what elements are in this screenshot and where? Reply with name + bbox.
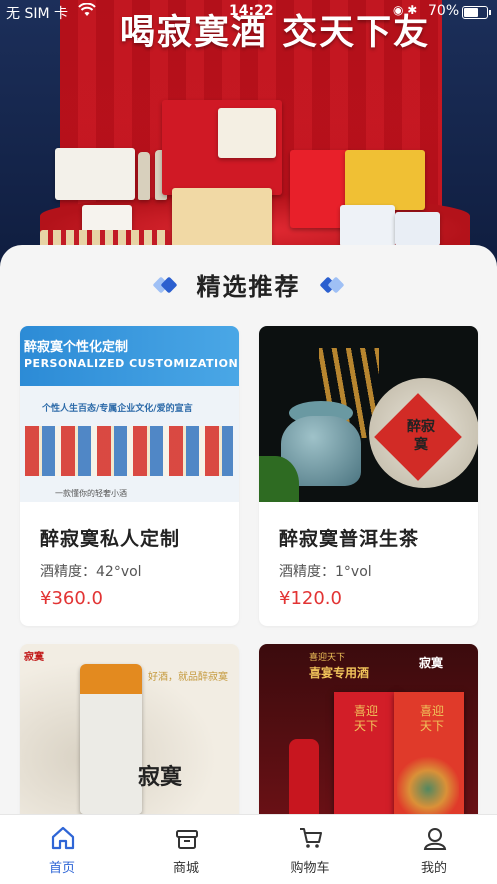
tea-label-text: 醉寂寞 — [407, 419, 435, 453]
home-icon — [50, 825, 76, 851]
product-price: ¥120.0 — [279, 588, 342, 609]
banner-product-box — [218, 108, 276, 158]
wifi-icon — [78, 2, 96, 20]
tab-profile-label: 我的 — [420, 861, 447, 876]
image-bottle — [80, 664, 142, 814]
product-image[interactable]: 醉寂寞 — [259, 326, 478, 502]
banner-product-box — [172, 188, 272, 248]
product-image[interactable]: 醉寂寞个性化定制 PERSONALIZED CUSTOMIZATION 个性人生… — [20, 326, 239, 502]
battery-icon — [462, 6, 491, 19]
clock: 14:22 — [229, 3, 274, 19]
banner-product-bag — [340, 205, 395, 247]
product-name: 醉寂寞私人定制 — [40, 528, 181, 550]
image-bottle-row — [25, 426, 233, 476]
image-logo: 寂寞 — [419, 656, 444, 670]
product-card[interactable]: 寂寞 好酒，就品醉寂寞 寂寞 — [20, 644, 239, 815]
image-tagline: 个性人生百态/专属企业文化/爱的宣言 — [42, 404, 193, 414]
tab-home[interactable]: 首页 — [0, 815, 124, 884]
image-box-text: 喜迎天下 — [419, 704, 444, 733]
product-card[interactable]: 喜迎天下 喜宴专用酒 寂寞 喜迎天下 喜迎天下 — [259, 644, 478, 815]
section-title: 精选推荐 — [196, 273, 301, 301]
image-dragon — [397, 754, 459, 815]
image-mark: 寂寞 — [138, 765, 183, 790]
product-image[interactable]: 寂寞 好酒，就品醉寂寞 寂寞 — [20, 644, 239, 815]
bottom-tab-bar: 首页 商城 购物车 我的 — [0, 814, 497, 884]
carrier-label: 无 SIM 卡 — [6, 6, 68, 22]
image-title: 醉寂寞个性化定制 — [24, 340, 129, 355]
tab-shop[interactable]: 商城 — [124, 815, 248, 884]
tab-cart[interactable]: 购物车 — [248, 815, 372, 884]
status-bar: 无 SIM 卡 14:22 ◉ ✱ 70% — [0, 0, 497, 26]
user-icon — [422, 825, 448, 851]
image-subtitle: PERSONALIZED CUSTOMIZATION — [24, 357, 239, 370]
banner-product-box — [345, 150, 425, 210]
cart-icon — [298, 825, 324, 851]
image-banner — [20, 326, 239, 386]
tab-profile[interactable]: 我的 — [372, 815, 496, 884]
banner-product-box — [55, 148, 135, 200]
shop-icon — [174, 825, 200, 851]
product-abv: 酒精度：1°vol — [279, 564, 372, 580]
image-footer: 一款懂你的轻奢小酒 — [55, 489, 127, 498]
product-card[interactable]: 醉寂寞个性化定制 PERSONALIZED CUSTOMIZATION 个性人生… — [20, 326, 239, 626]
image-box-text: 喜迎天下 — [353, 704, 378, 733]
product-name: 醉寂寞普洱生茶 — [279, 528, 420, 550]
image-slogan: 好酒，就品醉寂寞 — [148, 672, 228, 683]
title-decoration-right-icon — [319, 276, 345, 294]
recommend-panel: 精选推荐 醉寂寞个性化定制 PERSONALIZED CUSTOMIZATION… — [0, 245, 497, 815]
image-header-small: 喜迎天下 — [309, 653, 346, 663]
tab-home-label: 首页 — [48, 861, 75, 876]
image-header: 喜宴专用酒 — [309, 666, 370, 680]
tab-cart-label: 购物车 — [290, 861, 330, 876]
product-price: ¥360.0 — [40, 588, 103, 609]
image-logo: 寂寞 — [24, 652, 44, 663]
product-card[interactable]: 醉寂寞 醉寂寞普洱生茶 酒精度：1°vol ¥120.0 — [259, 326, 478, 626]
banner-product-bag — [395, 212, 440, 246]
image-bottle — [289, 739, 319, 815]
bluetooth-icon: ◉ ✱ — [393, 3, 418, 17]
product-abv: 酒精度：42°vol — [40, 564, 142, 580]
banner-product-bottle — [138, 152, 150, 200]
product-image[interactable]: 喜迎天下 喜宴专用酒 寂寞 喜迎天下 喜迎天下 — [259, 644, 478, 815]
hero-banner[interactable]: 喝寂寞酒 交天下友 — [0, 0, 497, 270]
tab-shop-label: 商城 — [172, 861, 199, 876]
battery-percent: 70% — [428, 3, 460, 19]
